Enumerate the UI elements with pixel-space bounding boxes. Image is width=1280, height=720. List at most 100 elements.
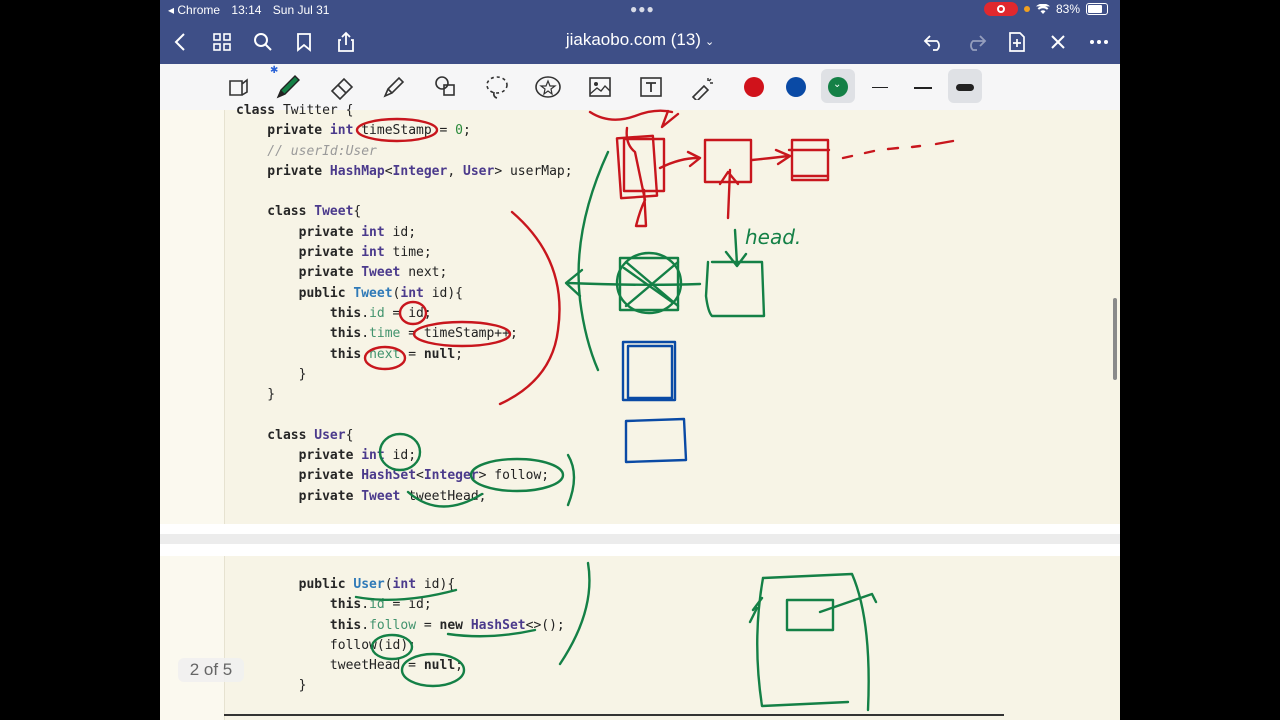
medium-stroke-option[interactable] bbox=[908, 78, 938, 98]
code-token: Tweet bbox=[353, 285, 393, 301]
battery-percent: 83% bbox=[1055, 2, 1080, 16]
eraser-tool-icon[interactable] bbox=[326, 71, 358, 103]
code-token: = bbox=[416, 617, 440, 633]
multitasking-dots-icon[interactable]: ●●● bbox=[630, 2, 655, 16]
shapes-tool-icon[interactable] bbox=[430, 71, 462, 103]
share-icon[interactable] bbox=[332, 28, 360, 56]
more-options-icon[interactable] bbox=[1085, 28, 1113, 56]
code-token: ; bbox=[455, 658, 463, 674]
code-token: private bbox=[236, 448, 362, 464]
code-token: time; bbox=[392, 245, 432, 261]
code-token: . bbox=[361, 305, 370, 321]
page-indicator: 2 of 5 bbox=[178, 658, 244, 682]
red-color-swatch[interactable] bbox=[744, 77, 764, 97]
code-line: this.follow = new HashSet<>(); bbox=[236, 616, 565, 636]
page-gap bbox=[160, 524, 1120, 556]
text-tool-icon[interactable] bbox=[635, 71, 667, 103]
code-token: = timeStamp++; bbox=[400, 326, 518, 342]
code-line: this.time = timeStamp++; bbox=[236, 324, 573, 344]
thick-stroke-option[interactable] bbox=[950, 78, 980, 98]
pen-tool-icon[interactable]: ✱ bbox=[270, 65, 304, 103]
code-line: } bbox=[236, 676, 565, 696]
code-token: id){ bbox=[431, 285, 463, 301]
read-only-mode-icon[interactable] bbox=[222, 71, 254, 103]
scroll-indicator[interactable] bbox=[1113, 298, 1117, 380]
add-page-icon[interactable] bbox=[1003, 28, 1031, 56]
code-token: > userMap; bbox=[494, 163, 573, 179]
notebook-page-2[interactable]: public User(int id){ this.id = id; this.… bbox=[160, 556, 1120, 720]
code-token: = bbox=[400, 346, 424, 362]
code-token: class bbox=[236, 204, 315, 220]
code-token: User bbox=[463, 163, 495, 179]
highlighter-tool-icon[interactable] bbox=[378, 71, 410, 103]
close-pen-icon[interactable] bbox=[1044, 28, 1072, 56]
code-line: } bbox=[236, 365, 573, 385]
mic-indicator-icon bbox=[1023, 6, 1030, 12]
code-token: new bbox=[439, 617, 471, 633]
bluetooth-icon: ✱ bbox=[270, 65, 279, 76]
chevron-down-icon: ⌄ bbox=[704, 36, 715, 48]
thin-stroke-option[interactable] bbox=[866, 78, 896, 98]
code-token: private bbox=[236, 123, 330, 139]
code-line: private Tweet tweetHead; bbox=[236, 487, 573, 507]
code-token: class bbox=[236, 427, 315, 443]
code-token: User bbox=[314, 427, 346, 443]
green-color-swatch[interactable]: ⌄ bbox=[828, 77, 848, 97]
code-token: follow(id); bbox=[236, 637, 417, 653]
image-tool-icon[interactable] bbox=[584, 71, 616, 103]
code-line: private HashSet<Integer> follow; bbox=[236, 466, 573, 486]
code-token: private bbox=[236, 224, 362, 240]
code-line: private int id; bbox=[236, 446, 573, 466]
code-token: Tweet bbox=[361, 488, 409, 504]
code-token: time bbox=[369, 326, 401, 342]
battery-icon bbox=[1086, 3, 1108, 15]
code-line: this.id = id; bbox=[236, 304, 573, 324]
code-token: , bbox=[447, 163, 463, 179]
code-token: } bbox=[236, 366, 307, 382]
search-icon[interactable] bbox=[249, 28, 277, 56]
code-token: < bbox=[416, 468, 424, 484]
status-date: Sun Jul 31 bbox=[272, 3, 330, 17]
code-token: class bbox=[236, 103, 283, 118]
code-token: ; bbox=[455, 346, 463, 362]
code-block: public User(int id){ this.id = id; this.… bbox=[236, 575, 565, 697]
code-line: tweetHead = null; bbox=[236, 656, 565, 676]
code-token: null bbox=[423, 346, 456, 362]
code-token: User bbox=[353, 577, 385, 592]
wifi-icon bbox=[1035, 3, 1050, 14]
code-token: } bbox=[236, 678, 307, 694]
code-token: id; bbox=[392, 448, 417, 464]
code-token: private bbox=[236, 245, 362, 261]
back-to-app-link[interactable]: ◂ Chrome bbox=[168, 3, 220, 17]
code-token: this bbox=[236, 346, 362, 362]
screen-recording-icon[interactable] bbox=[983, 2, 1018, 16]
code-token: } bbox=[236, 387, 276, 403]
code-token: Tweet bbox=[314, 204, 354, 220]
back-chevron-icon[interactable] bbox=[166, 28, 194, 56]
undo-icon[interactable] bbox=[920, 28, 948, 56]
top-bar: ◂ Chrome 13:14 Sun Jul 31 ●●● 83% jiakao… bbox=[160, 0, 1120, 64]
code-token: { bbox=[353, 204, 362, 220]
bookmark-icon[interactable] bbox=[290, 28, 318, 56]
notebook-page-1[interactable]: class Twitter { private int timeStamp = … bbox=[160, 103, 1120, 524]
sticker-tool-icon[interactable] bbox=[532, 71, 564, 103]
code-token: Integer bbox=[392, 163, 448, 179]
code-token: id; bbox=[392, 224, 417, 240]
code-token: > follow; bbox=[478, 468, 550, 484]
code-token: HashSet bbox=[470, 617, 526, 633]
code-token: public bbox=[236, 577, 354, 592]
laser-pointer-icon[interactable] bbox=[687, 71, 719, 103]
grid-view-icon[interactable] bbox=[208, 28, 236, 56]
blue-color-swatch[interactable] bbox=[786, 77, 806, 97]
code-token: id bbox=[369, 305, 385, 321]
code-token: int bbox=[361, 224, 393, 240]
lasso-tool-icon[interactable] bbox=[481, 71, 513, 103]
code-token: // userId:User bbox=[236, 143, 377, 159]
code-line: private HashMap<Integer, User> userMap; bbox=[236, 162, 573, 182]
document-title[interactable]: jiakaobo.com (13) ⌄ bbox=[540, 30, 740, 50]
status-time: 13:14 bbox=[231, 3, 262, 17]
redo-icon[interactable] bbox=[962, 28, 990, 56]
code-token: private bbox=[236, 163, 330, 179]
